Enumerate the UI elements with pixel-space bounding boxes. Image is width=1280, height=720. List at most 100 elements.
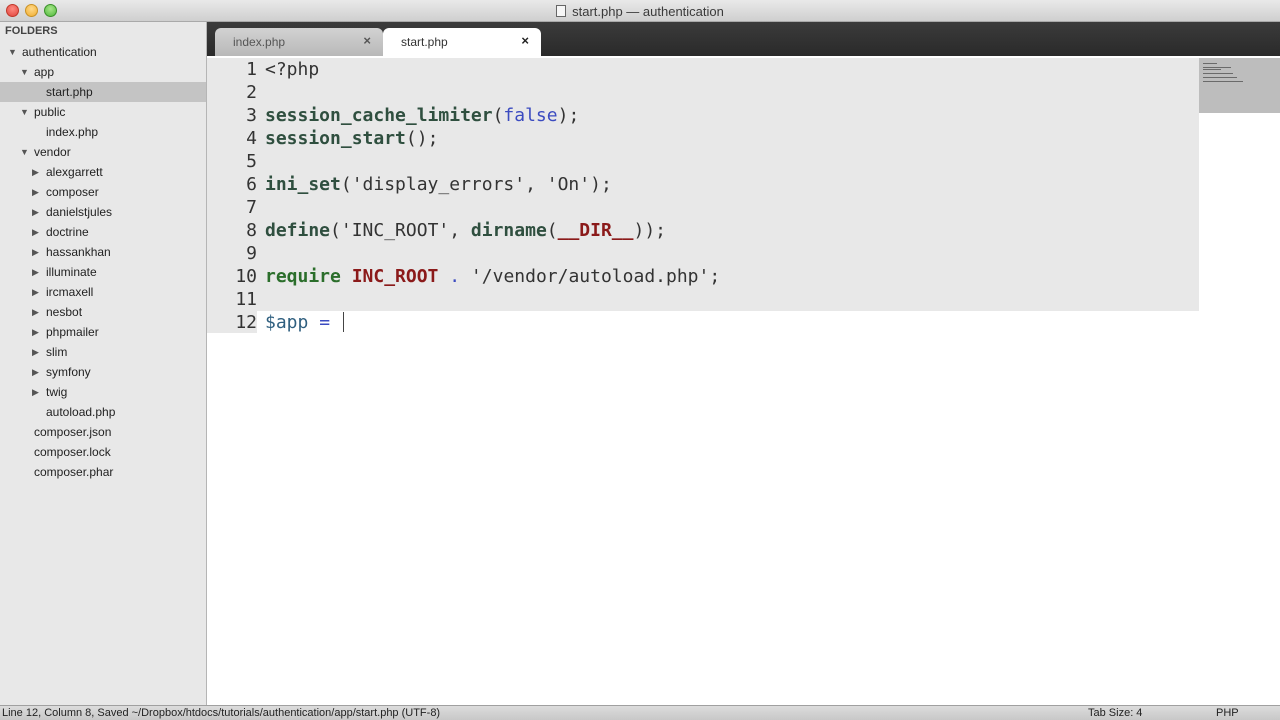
- line-number: 3: [246, 105, 257, 126]
- code-token: ));: [633, 220, 666, 241]
- tree-file-composer-json[interactable]: composer.json: [0, 422, 206, 442]
- document-icon: [556, 5, 567, 17]
- tree-item-label: composer.json: [34, 424, 112, 439]
- tree-item-label: slim: [46, 344, 68, 359]
- tree-item-label: twig: [46, 384, 68, 399]
- tree-item-label: authentication: [22, 45, 97, 59]
- line-number: 11: [235, 289, 257, 310]
- code-line[interactable]: require INC_ROOT . '/vendor/autoload.php…: [265, 265, 720, 288]
- code-editor[interactable]: 1 2 3 4 5 6 7 8 9 10 11 12 <?php session_cache_limit…: [207, 56, 1280, 705]
- tab-index-php[interactable]: index.php ×: [215, 28, 383, 56]
- line-number: 8: [246, 220, 257, 241]
- tree-folder-authentication[interactable]: ▼ authentication: [0, 42, 206, 62]
- minimap[interactable]: [1199, 58, 1280, 113]
- tree-item-label: ircmaxell: [46, 284, 94, 299]
- tree-file-start-php[interactable]: start.php: [0, 82, 206, 102]
- code-token: __DIR__: [557, 220, 634, 241]
- code-token: .: [449, 266, 461, 287]
- tree-folder-app[interactable]: ▼ app: [0, 62, 206, 82]
- tree-item-label: phpmailer: [46, 324, 99, 339]
- tree-item-label: app: [34, 65, 55, 79]
- status-text: Line 12, Column 8, Saved ~/Dropbox/htdoc…: [2, 707, 441, 719]
- sidebar: FOLDERS ▼ authentication ▼ app start.php ▼ pub…: [0, 22, 207, 705]
- disclosure-right-icon[interactable]: ▶: [32, 182, 39, 202]
- code-line[interactable]: <?php: [265, 58, 319, 81]
- minimap-line: [1203, 69, 1221, 70]
- tree-folder-slim[interactable]: ▶ slim: [0, 342, 206, 362]
- tree-folder-illuminate[interactable]: ▶ illuminate: [0, 262, 206, 282]
- tree-folder-ircmaxell[interactable]: ▶ ircmaxell: [0, 282, 206, 302]
- tree-item-label: vendor: [34, 145, 71, 159]
- code-token: $app: [265, 312, 309, 333]
- tree-folder-danielstjules[interactable]: ▶ danielstjules: [0, 202, 206, 222]
- disclosure-right-icon[interactable]: ▶: [32, 322, 39, 342]
- tree-item-label: composer.phar: [34, 464, 114, 479]
- code-token: false: [503, 105, 558, 126]
- code-line[interactable]: session_cache_limiter(false);: [265, 104, 579, 127]
- disclosure-right-icon[interactable]: ▶: [32, 302, 39, 322]
- tree-folder-nesbot[interactable]: ▶ nesbot: [0, 302, 206, 322]
- disclosure-right-icon[interactable]: ▶: [32, 262, 39, 282]
- line-number: 2: [246, 82, 257, 103]
- line-number: 10: [235, 266, 257, 287]
- tab-bar: index.php × start.php ×: [207, 22, 1280, 56]
- tree-folder-phpmailer[interactable]: ▶ phpmailer: [0, 322, 206, 342]
- disclosure-right-icon[interactable]: ▶: [32, 202, 39, 222]
- disclosure-down-icon[interactable]: ▼: [20, 142, 29, 162]
- code-token: (: [492, 105, 504, 126]
- tree-folder-hassankhan[interactable]: ▶ hassankhan: [0, 242, 206, 262]
- disclosure-down-icon[interactable]: ▼: [20, 102, 29, 122]
- tree-item-label: illuminate: [46, 264, 97, 279]
- tree-item-label: composer.lock: [34, 444, 111, 459]
- tree-folder-alexgarrett[interactable]: ▶ alexgarrett: [0, 162, 206, 182]
- disclosure-right-icon[interactable]: ▶: [32, 362, 39, 382]
- syntax-selector[interactable]: PHP: [1216, 707, 1239, 719]
- code-token: ('INC_ROOT',: [330, 220, 471, 241]
- tree-folder-vendor[interactable]: ▼ vendor: [0, 142, 206, 162]
- code-line[interactable]: ini_set('display_errors', 'On');: [265, 173, 612, 196]
- tree-folder-doctrine[interactable]: ▶ doctrine: [0, 222, 206, 242]
- close-icon[interactable]: ×: [363, 33, 371, 48]
- minimap-line: [1203, 73, 1233, 74]
- line-number: 1: [246, 59, 257, 80]
- minimap-line: [1203, 67, 1231, 68]
- code-token: session_start: [265, 128, 406, 149]
- tree-file-composer-lock[interactable]: composer.lock: [0, 442, 206, 462]
- tree-item-label: symfony: [46, 364, 91, 379]
- tree-folder-symfony[interactable]: ▶ symfony: [0, 362, 206, 382]
- tree-folder-public[interactable]: ▼ public: [0, 102, 206, 122]
- code-token: ('display_errors', 'On');: [340, 174, 612, 195]
- line-number: 12: [235, 312, 257, 333]
- code-line[interactable]: session_start();: [265, 127, 438, 150]
- disclosure-right-icon[interactable]: ▶: [32, 342, 39, 362]
- title-bar: start.php — authentication: [0, 0, 1280, 22]
- window-title-text: start.php — authentication: [572, 4, 724, 19]
- tab-start-php[interactable]: start.php ×: [383, 28, 541, 56]
- code-line[interactable]: define('INC_ROOT', dirname(__DIR__));: [265, 219, 666, 242]
- tree-item-label: hassankhan: [46, 245, 111, 259]
- window-title: start.php — authentication: [0, 4, 1280, 19]
- code-token: session_cache_limiter: [265, 105, 493, 126]
- disclosure-right-icon[interactable]: ▶: [32, 162, 39, 182]
- disclosure-right-icon[interactable]: ▶: [32, 282, 39, 302]
- code-line[interactable]: $app =: [265, 311, 344, 334]
- close-icon[interactable]: ×: [521, 33, 529, 48]
- line-number: 4: [246, 128, 257, 149]
- tree-folder-twig[interactable]: ▶ twig: [0, 382, 206, 402]
- disclosure-right-icon[interactable]: ▶: [32, 222, 39, 242]
- tree-file-composer-phar[interactable]: composer.phar: [0, 462, 206, 482]
- tree-folder-composer[interactable]: ▶ composer: [0, 182, 206, 202]
- tab-label: index.php: [233, 35, 286, 49]
- code-token: ini_set: [265, 174, 341, 195]
- tree-file-index-php[interactable]: index.php: [0, 122, 206, 142]
- tree-file-autoload-php[interactable]: autoload.php: [0, 402, 206, 422]
- disclosure-right-icon[interactable]: ▶: [32, 242, 39, 262]
- tab-size-selector[interactable]: Tab Size: 4: [1088, 707, 1142, 719]
- disclosure-down-icon[interactable]: ▼: [8, 42, 17, 62]
- disclosure-down-icon[interactable]: ▼: [20, 62, 29, 82]
- disclosure-right-icon[interactable]: ▶: [32, 382, 39, 402]
